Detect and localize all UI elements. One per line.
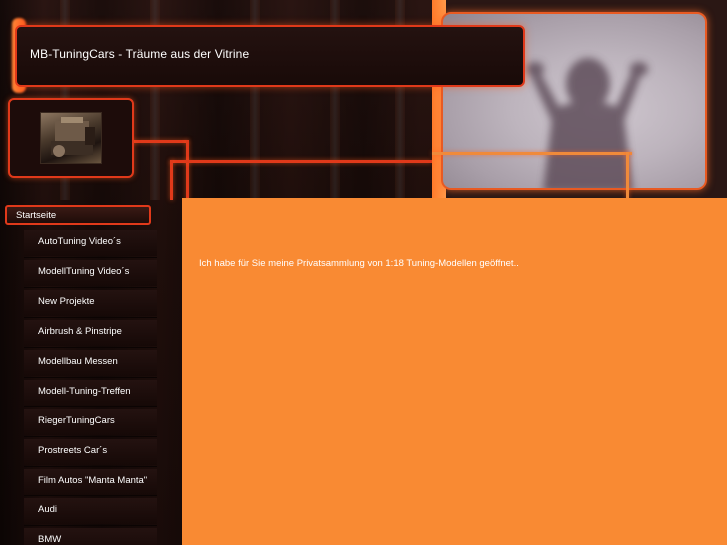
- engine-icon: [51, 117, 95, 157]
- nav-item-bmw[interactable]: BMW: [24, 528, 157, 545]
- nav-item-label: Airbrush & Pinstripe: [38, 326, 122, 337]
- decor-line: [626, 152, 629, 200]
- nav-item-label: Audi: [38, 504, 58, 515]
- nav-item-label: Modellbau Messen: [38, 356, 118, 367]
- nav-item-label: RiegerTuningCars: [38, 415, 115, 426]
- nav-divider: [24, 347, 157, 348]
- nav-item-modell-tuning-treffen[interactable]: Modell-Tuning-Treffen: [24, 380, 157, 406]
- nav-item-label: Modell-Tuning-Treffen: [38, 386, 131, 397]
- site-title: MB-TuningCars - Träume aus der Vitrine: [30, 47, 250, 61]
- nav-item-prostreets-cars[interactable]: Prostreets Car´s: [24, 439, 157, 465]
- decor-line: [186, 140, 189, 200]
- decor-line: [170, 160, 173, 200]
- nav-divider: [24, 377, 157, 378]
- decor-line: [130, 140, 188, 143]
- nav-item-label: New Projekte: [38, 296, 95, 307]
- nav-divider: [24, 257, 157, 258]
- decor-line: [170, 160, 432, 163]
- decor-line: [432, 152, 632, 155]
- nav-item-modelltuning-videos[interactable]: ModellTuning Video´s: [24, 260, 157, 286]
- nav-item-autotuning-videos[interactable]: AutoTuning Video´s: [24, 230, 157, 256]
- nav-divider: [24, 525, 157, 526]
- nav-item-label: AutoTuning Video´s: [38, 236, 121, 247]
- nav-item-airbrush[interactable]: Airbrush & Pinstripe: [24, 320, 157, 346]
- nav-item-new-projekte[interactable]: New Projekte: [24, 290, 157, 316]
- nav-item-film-autos[interactable]: Film Autos "Manta Manta": [24, 469, 157, 495]
- engine-image: [40, 112, 102, 164]
- page-background: MB-TuningCars - Träume aus der Vitrine I…: [0, 0, 727, 545]
- nav-divider: [24, 495, 157, 496]
- nav-item-label: Film Autos "Manta Manta": [38, 475, 148, 486]
- nav-divider: [24, 436, 157, 437]
- nav-item-label: Prostreets Car´s: [38, 445, 108, 456]
- nav-divider: [24, 466, 157, 467]
- intro-text: Ich habe für Sie meine Privatsammlung vo…: [199, 258, 519, 269]
- nav-item-audi[interactable]: Audi: [24, 498, 157, 524]
- nav-divider: [24, 287, 157, 288]
- nav-divider: [24, 406, 157, 407]
- nav-item-riegertuningcars[interactable]: RiegerTuningCars: [24, 409, 157, 435]
- nav-divider: [24, 317, 157, 318]
- nav-item-label: ModellTuning Video´s: [38, 266, 130, 277]
- main-content: [182, 198, 727, 545]
- nav-item-label: BMW: [38, 534, 62, 545]
- nav-item-startseite[interactable]: Startseite: [5, 205, 151, 225]
- nav-item-label: Startseite: [16, 210, 57, 221]
- nav-item-modellbau-messen[interactable]: Modellbau Messen: [24, 350, 157, 376]
